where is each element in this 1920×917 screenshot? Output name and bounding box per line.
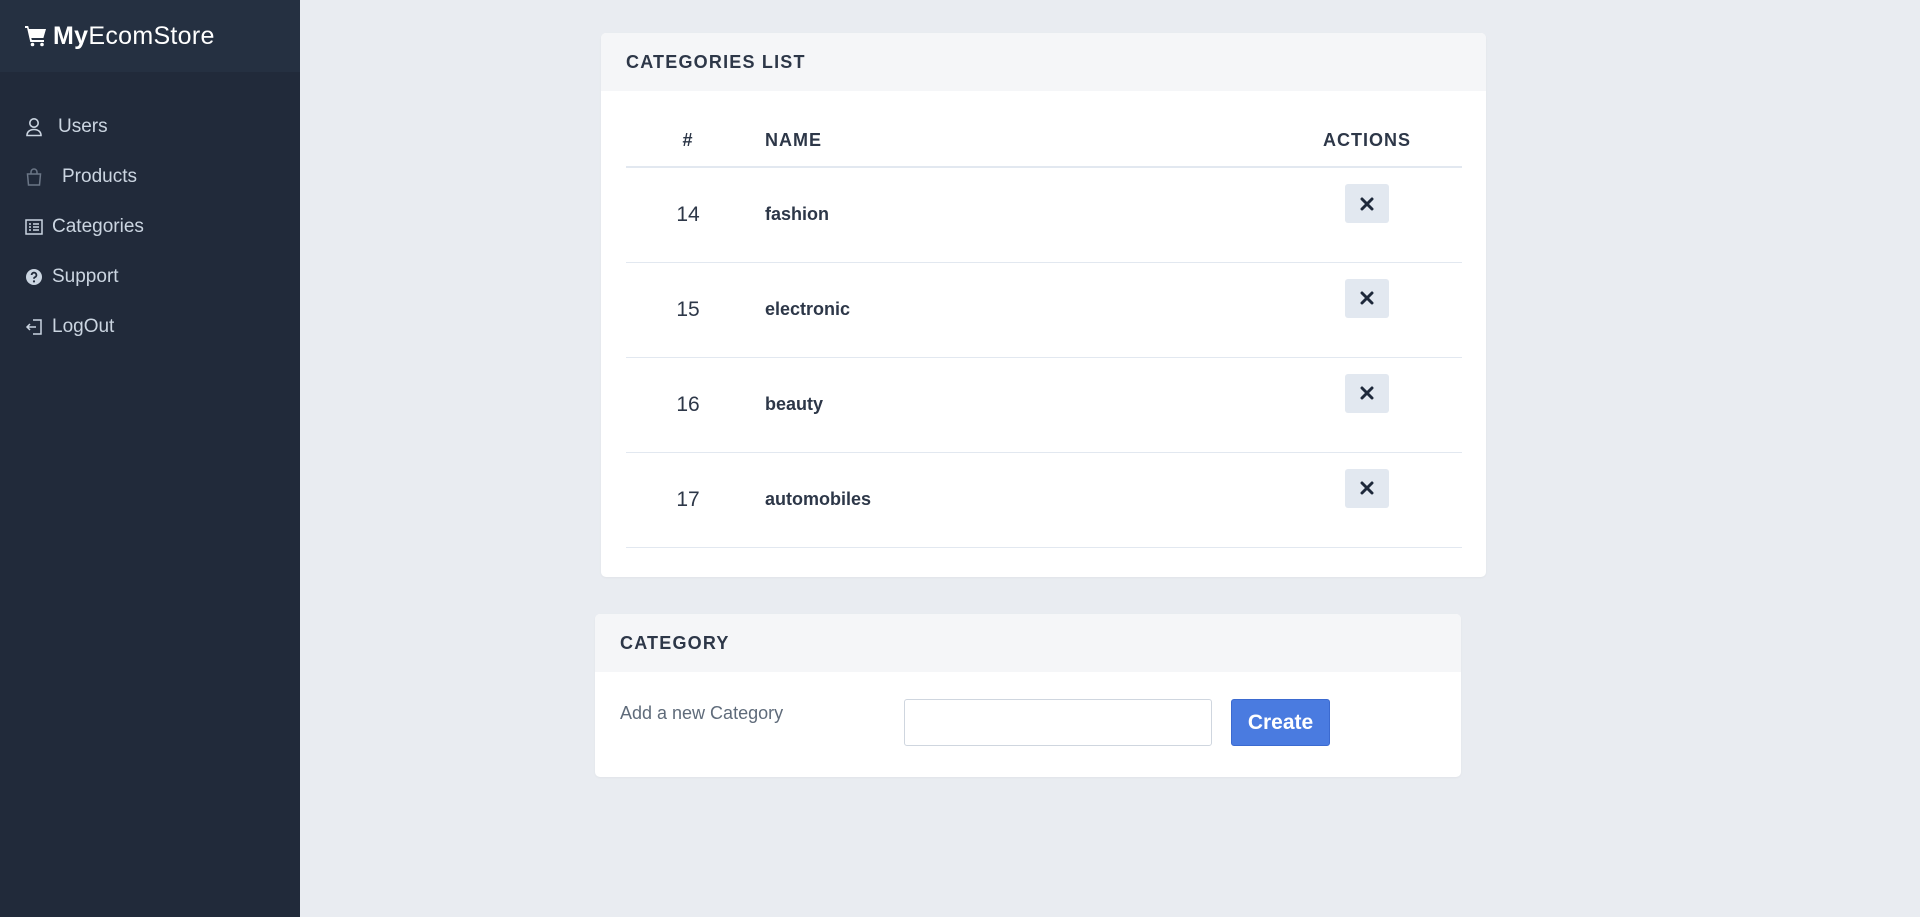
categories-table: # NAME ACTIONS 14 fashion 15 electronic [626, 115, 1462, 548]
row-id: 17 [626, 452, 750, 548]
card-title: CATEGORY [595, 614, 1461, 672]
brand-name-rest: EcomStore [88, 21, 215, 50]
sidebar-item-support[interactable]: Support [0, 252, 300, 302]
row-name: electronic [750, 262, 1272, 358]
table-row: 17 automobiles [626, 452, 1462, 548]
new-category-label: Add a new Category [620, 703, 784, 723]
column-header-id: # [626, 115, 750, 168]
column-header-name: NAME [750, 115, 1272, 168]
delete-button[interactable] [1345, 373, 1389, 413]
row-name: beauty [750, 357, 1272, 453]
brand-logo[interactable]: My EcomStore [0, 0, 300, 72]
close-icon [1360, 386, 1374, 400]
delete-button[interactable] [1345, 184, 1389, 223]
sidebar-item-logout[interactable]: LogOut [0, 302, 300, 352]
close-icon [1360, 291, 1374, 305]
sidebar-item-label: Users [58, 116, 108, 137]
close-icon [1360, 197, 1374, 210]
sidebar-nav: Users Products Categories Support LogOut [0, 102, 300, 352]
create-button[interactable]: Create [1231, 699, 1330, 746]
close-icon [1360, 481, 1374, 495]
sidebar-item-label: Support [52, 266, 119, 287]
question-circle-icon [24, 267, 44, 287]
sidebar-item-label: LogOut [52, 316, 115, 337]
list-icon [24, 217, 44, 237]
table-row: 16 beauty [626, 357, 1462, 453]
sidebar-item-products[interactable]: Products [0, 152, 300, 202]
delete-button[interactable] [1345, 278, 1389, 318]
row-name: fashion [750, 167, 1272, 263]
sidebar-item-label: Products [62, 166, 137, 187]
delete-button[interactable] [1345, 468, 1389, 508]
sidebar-item-label: Categories [52, 216, 144, 237]
logout-icon [24, 317, 44, 337]
category-name-input[interactable] [904, 699, 1212, 746]
row-id: 16 [626, 357, 750, 453]
table-row: 14 fashion [626, 167, 1462, 263]
row-id: 14 [626, 167, 750, 263]
sidebar: My EcomStore Users Products Categories Su… [0, 0, 300, 917]
categories-list-card: CATEGORIES LIST # NAME ACTIONS 14 fashio… [601, 33, 1486, 577]
sidebar-item-users[interactable]: Users [0, 102, 300, 152]
brand-name-bold: My [53, 21, 89, 50]
column-header-actions: ACTIONS [1272, 115, 1462, 168]
table-header-row: # NAME ACTIONS [626, 115, 1462, 168]
user-icon [24, 117, 44, 137]
table-row: 15 electronic [626, 262, 1462, 358]
card-title: CATEGORIES LIST [601, 33, 1486, 91]
cart-icon [25, 26, 46, 47]
category-form-card: CATEGORY Add a new Category Create [595, 614, 1461, 777]
shopping-bag-icon [24, 167, 44, 187]
row-name: automobiles [750, 452, 1272, 548]
sidebar-item-categories[interactable]: Categories [0, 202, 300, 252]
row-id: 15 [626, 262, 750, 358]
